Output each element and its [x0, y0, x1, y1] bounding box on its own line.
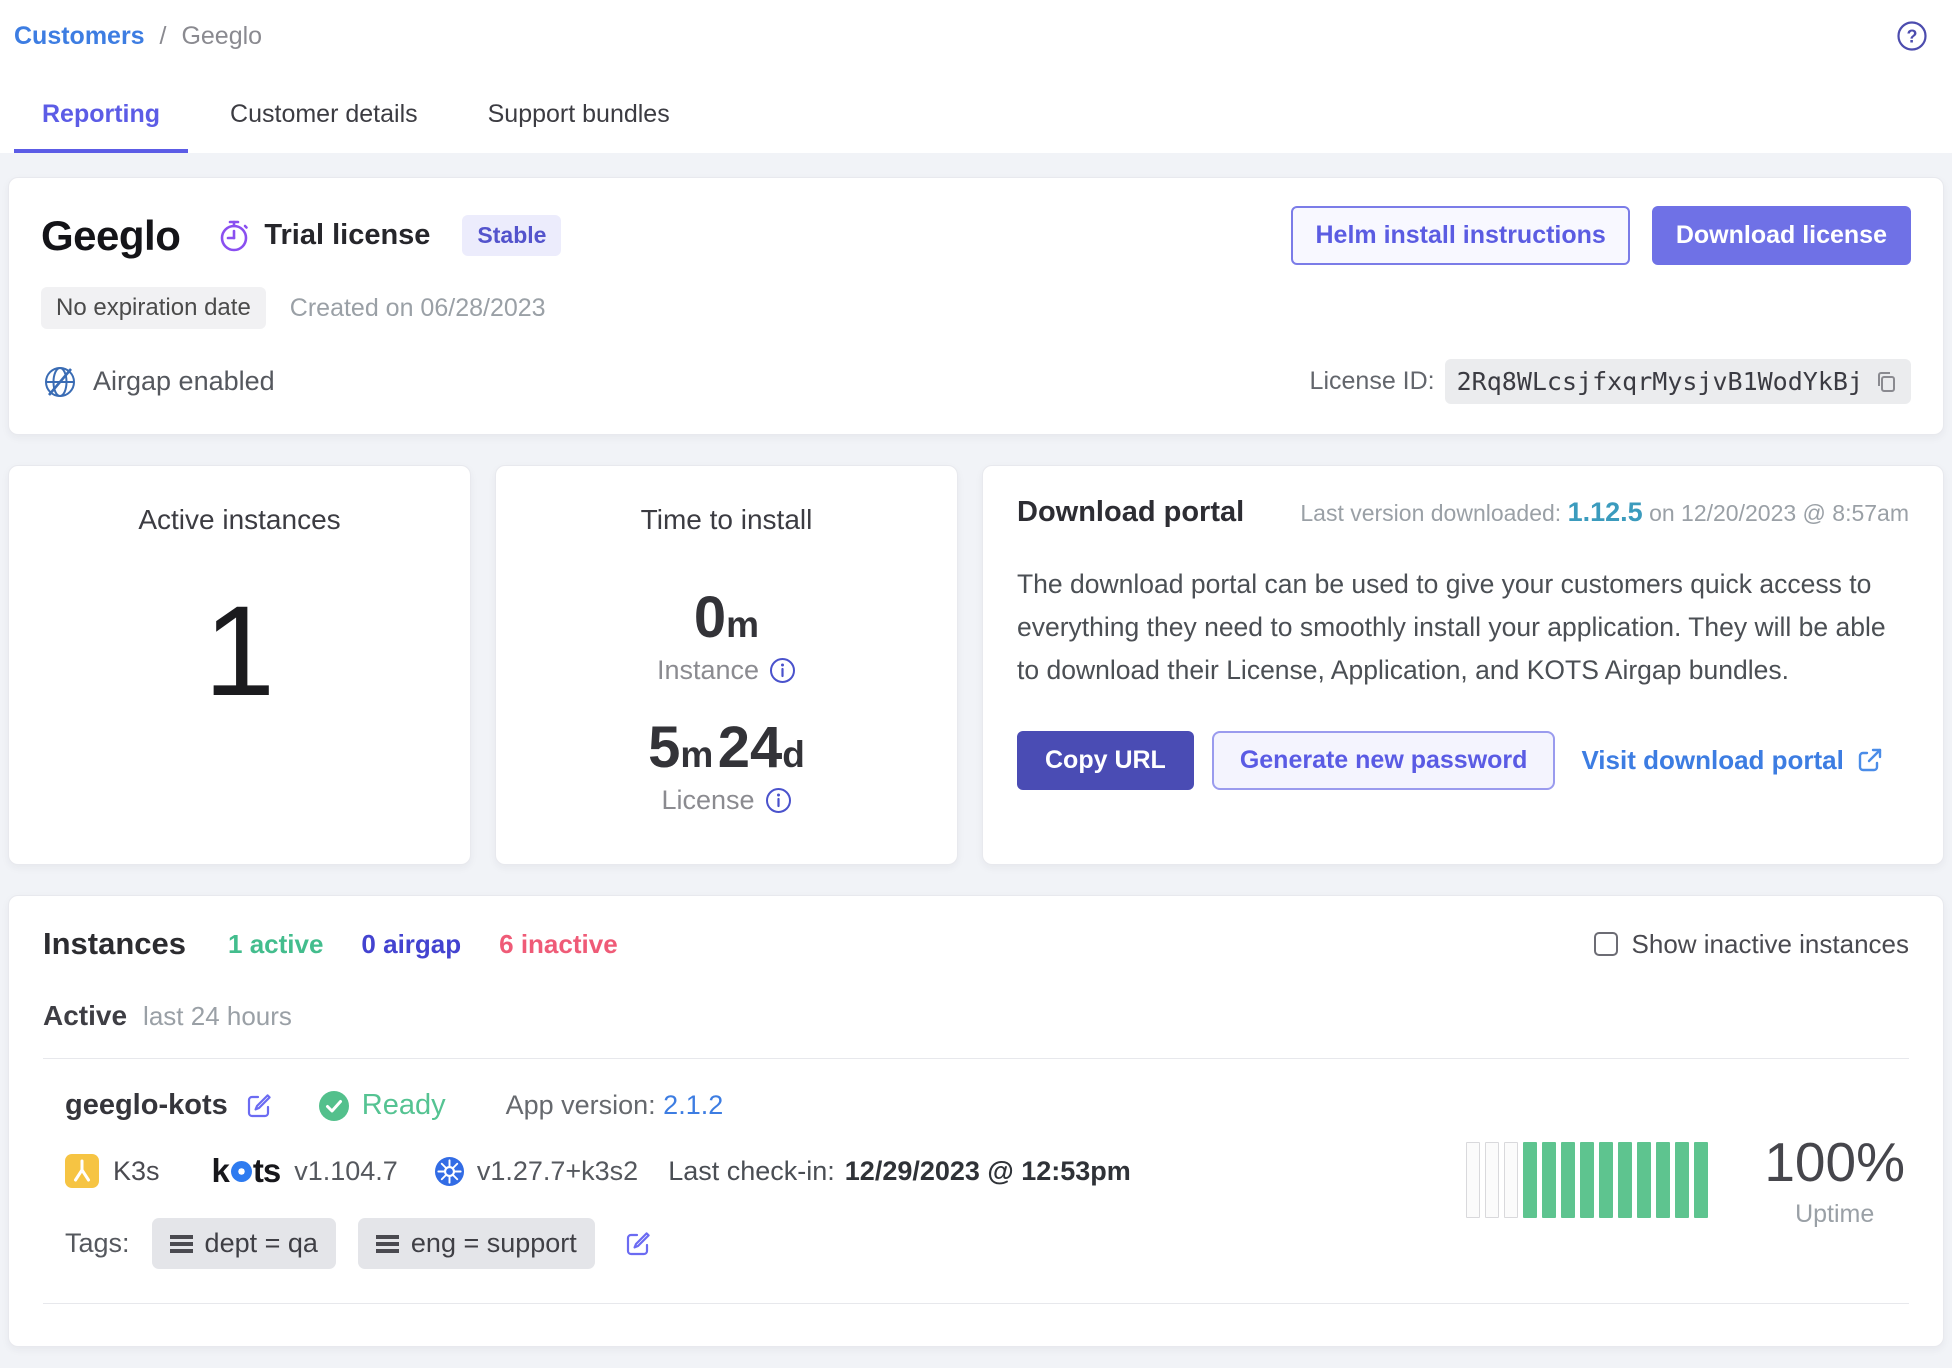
customer-name: Geeglo [41, 212, 180, 260]
time-to-install-title: Time to install [496, 504, 957, 536]
download-portal-card: Download portal Last version downloaded:… [982, 465, 1944, 865]
ready-check-icon [318, 1090, 350, 1122]
airgap-count-filter[interactable]: 0 airgap [361, 929, 461, 960]
download-license-button[interactable]: Download license [1652, 206, 1911, 265]
page-header: Customers / Geeglo ? Reporting Customer … [0, 0, 1952, 153]
instances-card: Instances 1 active 0 airgap 6 inactive S… [8, 895, 1944, 1347]
uptime-bar [1618, 1142, 1632, 1218]
license-id-value: 2Rq8WLcsjfxqrMysjvB1WodYkBj [1457, 367, 1863, 396]
active-count-filter[interactable]: 1 active [228, 929, 323, 960]
time-to-install-card: Time to install 0m Instance 5m 24d [495, 465, 958, 865]
kubernetes-version: v1.27.7+k3s2 [477, 1156, 638, 1187]
airgap-globe-icon [41, 363, 79, 401]
breadcrumb-current: Geeglo [181, 22, 262, 50]
tab-bar: Reporting Customer details Support bundl… [14, 100, 1934, 153]
tags-label: Tags: [65, 1228, 130, 1259]
uptime-bar [1675, 1142, 1689, 1218]
channel-badge: Stable [462, 215, 561, 256]
external-link-icon [1856, 746, 1884, 774]
help-button[interactable]: ? [1890, 14, 1934, 58]
tag-dept-qa[interactable]: dept = qa [152, 1218, 336, 1269]
license-type-label: Trial license [264, 219, 430, 252]
show-inactive-label: Show inactive instances [1632, 929, 1909, 960]
tab-customer-details[interactable]: Customer details [202, 100, 446, 153]
instance-info-icon[interactable] [769, 657, 796, 684]
show-inactive-toggle[interactable]: Show inactive instances [1594, 929, 1909, 960]
helm-install-instructions-button[interactable]: Helm install instructions [1291, 206, 1629, 265]
active-instances-count: 1 [9, 578, 470, 725]
active-instances-title: Active instances [9, 504, 470, 536]
download-portal-title: Download portal [1017, 496, 1244, 529]
copy-url-button[interactable]: Copy URL [1017, 731, 1194, 790]
distribution-group: K3s [65, 1154, 160, 1188]
instances-title: Instances [43, 926, 186, 962]
copy-icon[interactable] [1873, 369, 1899, 395]
instance-install-label: Instance [657, 655, 759, 686]
download-portal-description: The download portal can be used to give … [1017, 563, 1897, 693]
edit-tags-icon[interactable] [623, 1229, 653, 1259]
last-checkin: Last check-in:12/29/2023 @ 12:53pm [668, 1156, 1131, 1187]
breadcrumb: Customers / Geeglo [14, 14, 262, 51]
svg-text:?: ? [1907, 27, 1918, 47]
app-version-link[interactable]: 2.1.2 [663, 1090, 723, 1120]
last-version-number[interactable]: 1.12.5 [1568, 497, 1643, 527]
created-date-text: Created on 06/28/2023 [290, 294, 546, 323]
uptime-summary: 100% Uptime [1764, 1130, 1905, 1229]
uptime-bars [1466, 1140, 1708, 1218]
visit-download-portal-link[interactable]: Visit download portal [1581, 745, 1883, 776]
active-section-sublabel: last 24 hours [143, 1001, 292, 1032]
uptime-bar [1523, 1142, 1537, 1218]
breadcrumb-customers-link[interactable]: Customers [14, 22, 145, 50]
show-inactive-checkbox[interactable] [1594, 932, 1618, 956]
tag-icon [376, 1235, 399, 1253]
instance-status: Ready [318, 1089, 446, 1122]
uptime-bar [1656, 1142, 1670, 1218]
license-id-label: License ID: [1310, 367, 1435, 396]
uptime-bar [1485, 1142, 1499, 1218]
kubernetes-icon [434, 1156, 465, 1187]
tab-support-bundles[interactable]: Support bundles [460, 100, 698, 153]
uptime-bar [1694, 1142, 1708, 1218]
uptime-value: 100% [1764, 1130, 1905, 1194]
kots-version: v1.104.7 [294, 1156, 398, 1187]
distribution-label: K3s [113, 1156, 160, 1187]
help-icon: ? [1896, 20, 1928, 52]
expiration-badge: No expiration date [41, 287, 266, 329]
kots-logo: kts [212, 1152, 281, 1190]
active-instances-card: Active instances 1 [8, 465, 471, 865]
license-install-label: License [661, 785, 754, 816]
instance-install-time: 0m [496, 584, 957, 651]
license-summary-card: Geeglo Trial license Stable Helm install… [8, 177, 1944, 435]
airgap-enabled-label: Airgap enabled [93, 366, 275, 397]
edit-instance-name-icon[interactable] [244, 1091, 274, 1121]
last-version-downloaded: Last version downloaded: 1.12.5 on 12/20… [1300, 497, 1909, 528]
uptime-bar [1542, 1142, 1556, 1218]
license-info-icon[interactable] [765, 787, 792, 814]
tab-reporting[interactable]: Reporting [14, 100, 188, 153]
active-section-label: Active [43, 1000, 127, 1032]
inactive-count-filter[interactable]: 6 inactive [499, 929, 618, 960]
breadcrumb-separator: / [160, 22, 167, 50]
uptime-bar [1637, 1142, 1651, 1218]
license-install-time: 5m 24d [496, 714, 957, 781]
uptime-label: Uptime [1764, 1200, 1905, 1229]
instance-name: geeglo-kots [65, 1089, 228, 1122]
uptime-bar [1599, 1142, 1613, 1218]
trial-timer-icon [216, 218, 252, 254]
uptime-bar [1561, 1142, 1575, 1218]
license-id-pill: 2Rq8WLcsjfxqrMysjvB1WodYkBj [1445, 359, 1911, 404]
uptime-bar [1466, 1142, 1480, 1218]
kots-logo-o [231, 1161, 252, 1182]
generate-new-password-button[interactable]: Generate new password [1212, 731, 1556, 790]
uptime-bar [1504, 1142, 1518, 1218]
tag-icon [170, 1235, 193, 1253]
tag-eng-support[interactable]: eng = support [358, 1218, 595, 1269]
uptime-bar [1580, 1142, 1594, 1218]
app-version: App version: 2.1.2 [506, 1090, 724, 1121]
instance-row: geeglo-kots [43, 1059, 1909, 1303]
k3s-icon [65, 1154, 99, 1188]
